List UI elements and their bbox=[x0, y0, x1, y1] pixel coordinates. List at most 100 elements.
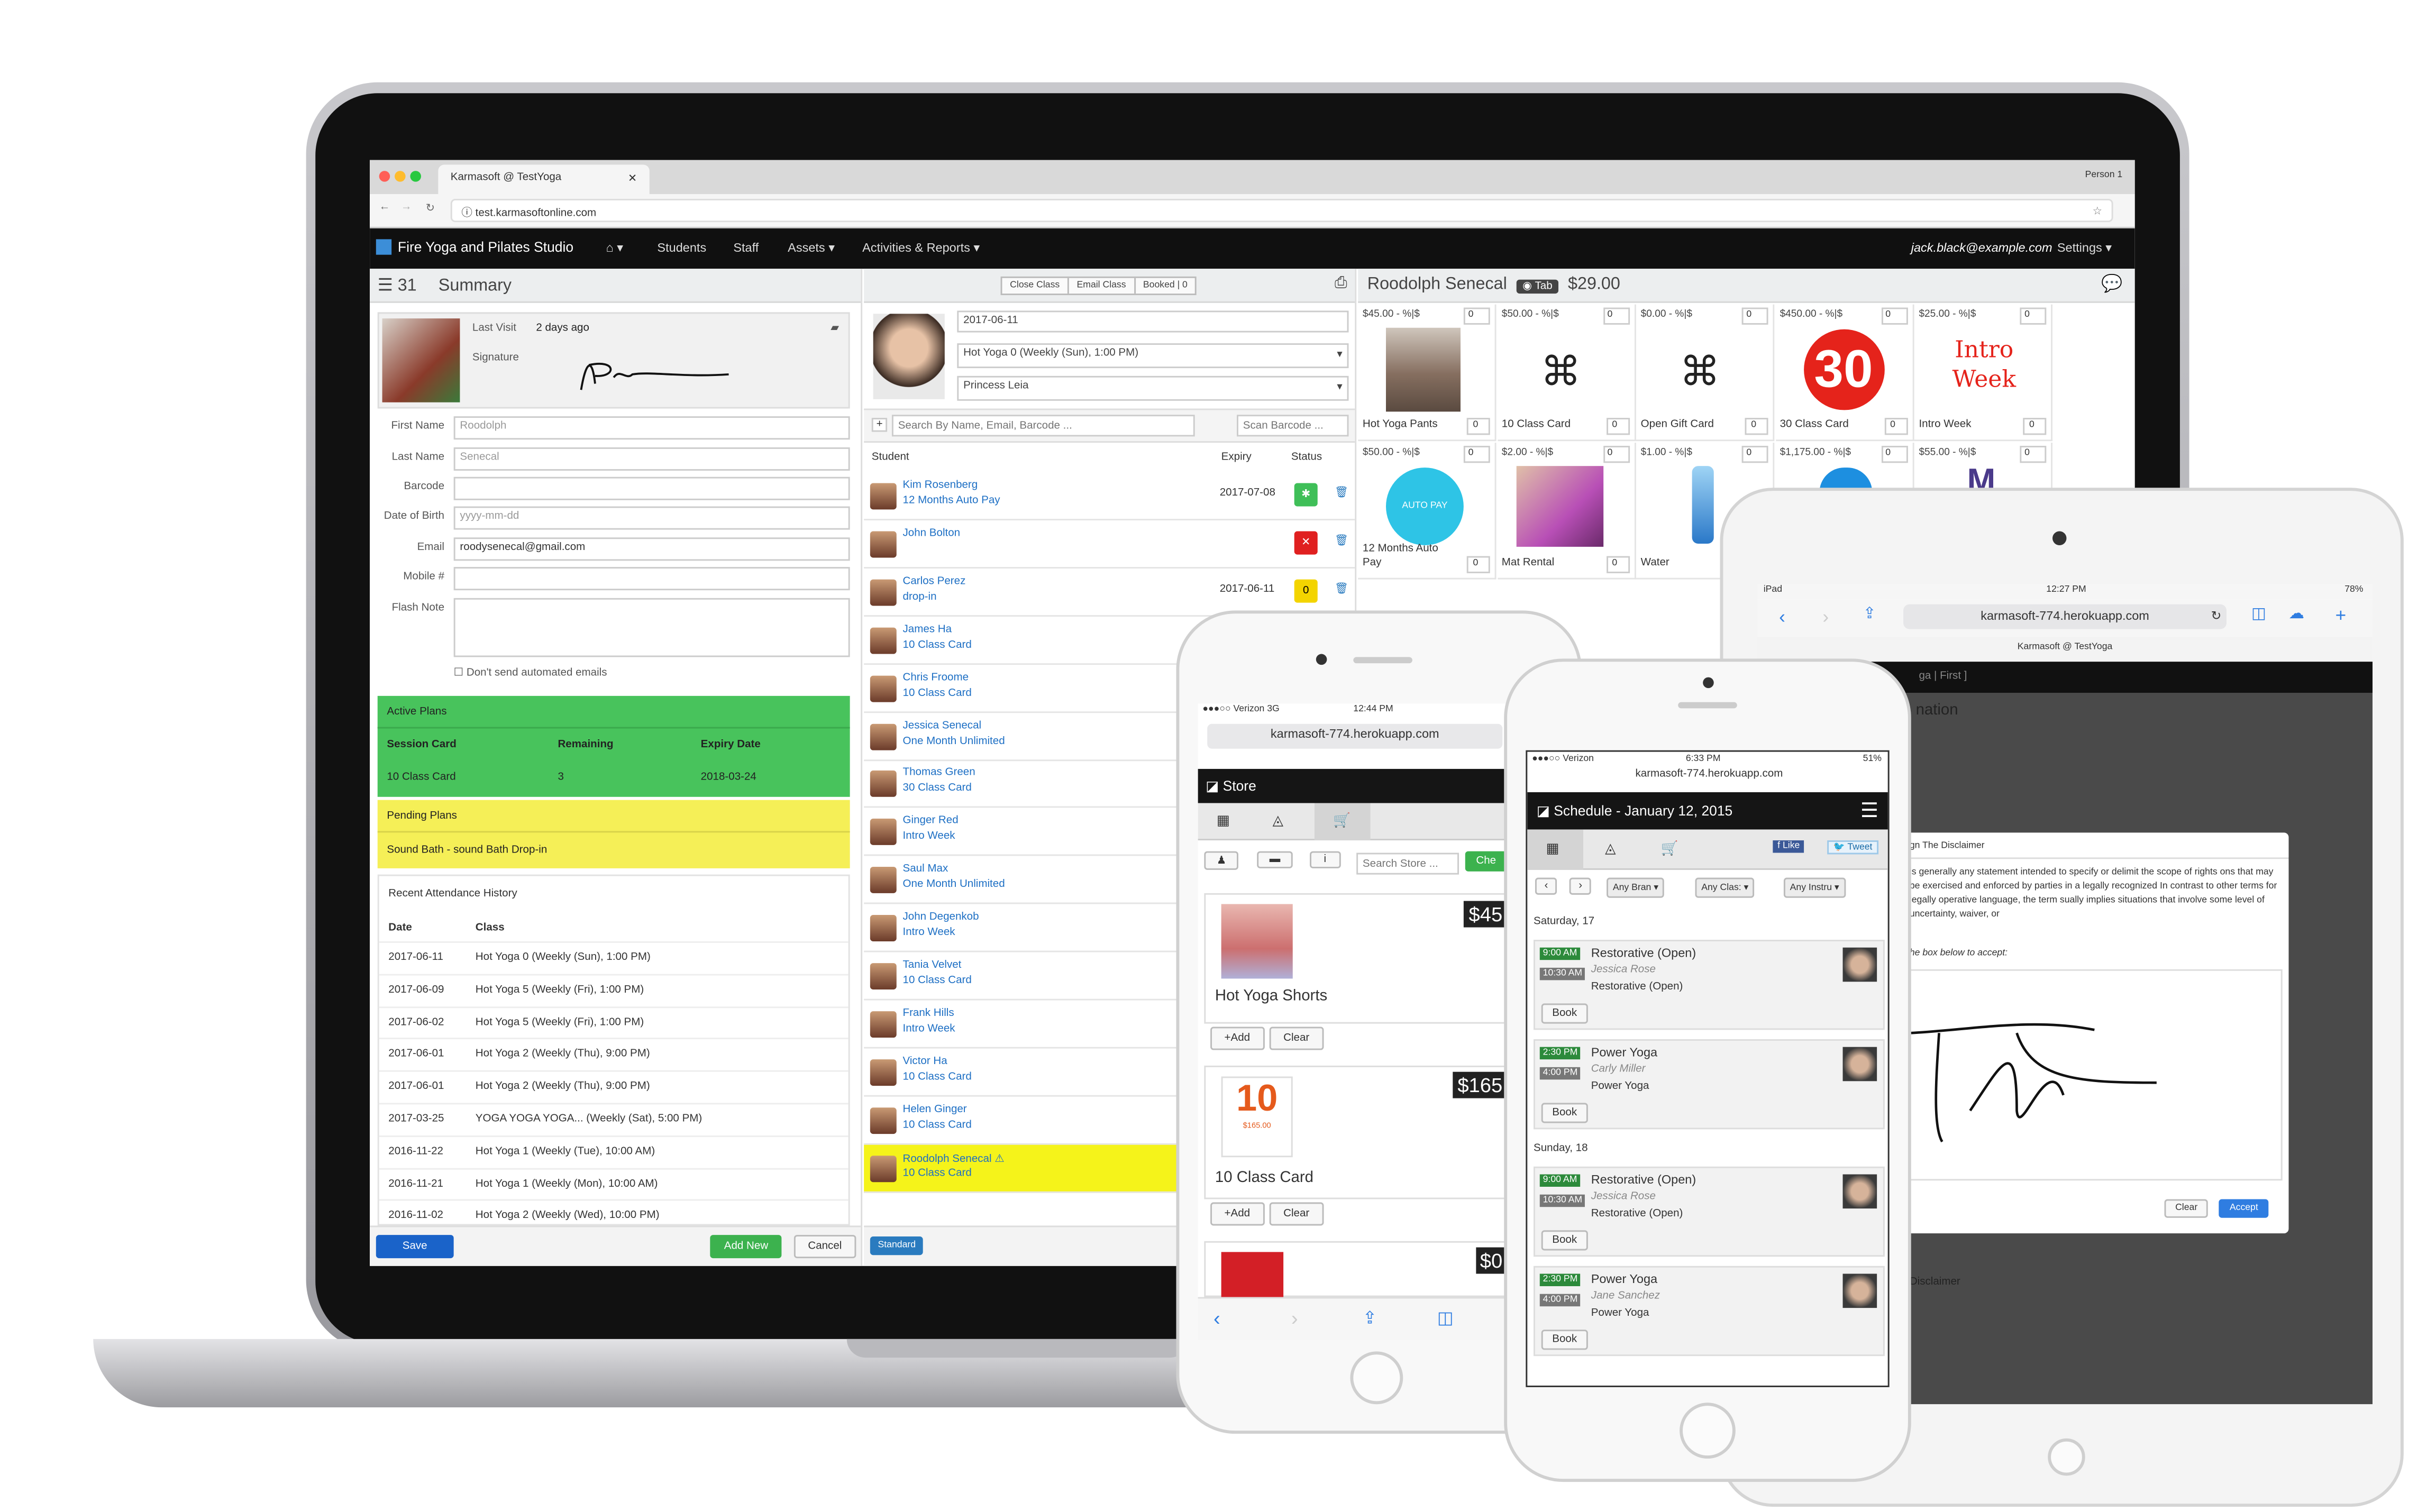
student-name[interactable]: Frank Hills bbox=[903, 1008, 954, 1019]
trash-icon[interactable]: 🗑 bbox=[1335, 486, 1348, 499]
field-input-last-name[interactable]: Senecal bbox=[453, 447, 850, 471]
trash-icon[interactable]: 🗑 bbox=[1335, 582, 1348, 595]
tweet-button[interactable]: 🐦 Tweet bbox=[1827, 840, 1879, 855]
truck-icon[interactable]: ▬ bbox=[1257, 851, 1293, 868]
field-input-barcode[interactable] bbox=[453, 476, 850, 500]
store-item[interactable]: $450.00 - %|$ 0 30 30 Class Card 0 bbox=[1775, 304, 1914, 442]
add-button[interactable]: +Add bbox=[1210, 1027, 1264, 1050]
cloud-icon[interactable]: ☁ bbox=[2288, 606, 2304, 623]
back-icon[interactable]: ← bbox=[379, 202, 390, 213]
add-button[interactable]: +Add bbox=[1210, 1202, 1264, 1226]
student-name[interactable]: Ginger Red bbox=[903, 816, 959, 827]
instructor-filter[interactable]: Any Instru ▾ bbox=[1783, 877, 1846, 898]
no-emails-checkbox[interactable]: ☐ Don't send automated emails bbox=[454, 666, 607, 679]
clear-signature-button[interactable]: Clear bbox=[2164, 1199, 2209, 1218]
item-discount-input[interactable]: 0 bbox=[1881, 445, 1908, 463]
book-button[interactable]: Book bbox=[1541, 1003, 1588, 1024]
item-discount-input[interactable]: 0 bbox=[1463, 307, 1490, 325]
student-search-input[interactable] bbox=[891, 415, 1195, 437]
nav-settings[interactable]: Settings ▾ bbox=[2057, 241, 2112, 254]
folder-icon[interactable]: ▰ bbox=[831, 322, 839, 334]
close-class-button[interactable]: Close Class bbox=[1002, 278, 1069, 294]
forward-icon[interactable]: › bbox=[1291, 1306, 1298, 1330]
student-name[interactable]: Thomas Green bbox=[903, 768, 975, 779]
reload-icon[interactable]: ↻ bbox=[2211, 609, 2222, 622]
print-icon[interactable]: ⎙ bbox=[1335, 275, 1347, 292]
hamburger-menu-icon[interactable]: ☰ bbox=[1860, 799, 1878, 823]
save-button[interactable]: Save bbox=[376, 1235, 454, 1259]
field-input-first-name[interactable]: Roodolph bbox=[453, 416, 850, 440]
booked-count[interactable]: Booked | 0 bbox=[1135, 278, 1195, 294]
student-name[interactable]: Chris Froome bbox=[903, 672, 969, 683]
add-new-button[interactable]: Add New bbox=[710, 1235, 782, 1259]
forward-icon[interactable]: → bbox=[401, 202, 412, 213]
phone1-url-field[interactable]: karmasoft-774.herokuapp.com bbox=[1207, 723, 1503, 749]
facebook-like-button[interactable]: f Like bbox=[1773, 840, 1805, 853]
status-badge[interactable]: ✕ bbox=[1294, 531, 1318, 555]
cancel-button[interactable]: Cancel bbox=[793, 1235, 856, 1259]
item-discount-input[interactable]: 0 bbox=[1881, 307, 1908, 325]
close-tab-icon[interactable]: ✕ bbox=[628, 172, 637, 185]
item-qty[interactable]: 0 bbox=[1605, 418, 1629, 435]
chat-icon[interactable]: 💬 bbox=[2101, 273, 2122, 294]
phone2-home-button[interactable] bbox=[1680, 1403, 1736, 1459]
profile-photo[interactable] bbox=[382, 318, 460, 402]
brand-name[interactable]: Fire Yoga and Pilates Studio bbox=[398, 239, 573, 254]
forward-icon[interactable]: › bbox=[1822, 606, 1829, 628]
store-item[interactable]: $2.00 - %|$ 0 Mat Rental 0 bbox=[1497, 443, 1636, 580]
nav-students[interactable]: Students bbox=[657, 241, 706, 254]
nav-activities[interactable]: Activities & Reports ▾ bbox=[862, 241, 980, 254]
star-icon[interactable]: ☆ bbox=[2093, 205, 2102, 218]
item-discount-input[interactable]: 0 bbox=[1602, 307, 1629, 325]
user-icon[interactable]: ♟ bbox=[1204, 851, 1239, 870]
student-name[interactable]: Victor Ha bbox=[903, 1056, 947, 1067]
tablet-url-field[interactable]: karmasoft-774.herokuapp.com bbox=[1903, 604, 2227, 629]
teacher-select[interactable]: Princess Leia ▾ bbox=[957, 375, 1349, 401]
student-name[interactable]: Helen Ginger bbox=[903, 1104, 967, 1115]
tab-store-active[interactable]: 🛒 bbox=[1314, 803, 1371, 841]
student-name[interactable]: Carlos Perez bbox=[903, 576, 966, 587]
graduation-cap-icon[interactable]: ◬ bbox=[1605, 840, 1616, 857]
student-row[interactable]: Carlos Perez drop-in 2017-06-11 0 🗑 bbox=[864, 568, 1355, 617]
store-search-input[interactable] bbox=[1356, 853, 1459, 875]
back-icon[interactable]: ‹ bbox=[1779, 606, 1785, 628]
nav-staff[interactable]: Staff bbox=[733, 241, 759, 254]
status-badge[interactable]: ✱ bbox=[1294, 483, 1318, 507]
item-qty[interactable]: 0 bbox=[1884, 418, 1908, 435]
student-row[interactable]: John Bolton ✕ 🗑 bbox=[864, 520, 1355, 569]
tab-button[interactable]: ◉ Tab bbox=[1516, 279, 1559, 294]
class-select[interactable]: Hot Yoga 0 (Weekly (Sun), 1:00 PM) ▾ bbox=[957, 343, 1349, 369]
add-student-icon[interactable]: + bbox=[871, 418, 888, 432]
student-name[interactable]: John Degenkob bbox=[903, 912, 979, 923]
zoom-dot-icon[interactable] bbox=[410, 171, 421, 182]
accept-button[interactable]: Accept bbox=[2219, 1199, 2269, 1218]
phone2-url-field[interactable]: karmasoft-774.herokuapp.com bbox=[1527, 769, 1887, 787]
phone1-home-button[interactable] bbox=[1350, 1351, 1403, 1405]
item-discount-input[interactable]: 0 bbox=[1463, 445, 1490, 463]
store-item[interactable]: $45.00 - %|$ 0 Hot Yoga Pants 0 bbox=[1358, 304, 1497, 442]
list-icon[interactable]: ☰ bbox=[378, 277, 398, 295]
class-filter[interactable]: Any Clas: ▾ bbox=[1695, 877, 1755, 898]
nav-assets[interactable]: Assets ▾ bbox=[788, 241, 835, 254]
student-name[interactable]: James Ha bbox=[903, 624, 952, 635]
clear-button[interactable]: Clear bbox=[1269, 1027, 1324, 1050]
back-icon[interactable]: ‹ bbox=[1214, 1306, 1220, 1330]
item-qty[interactable]: 0 bbox=[1466, 418, 1490, 435]
field-input-email[interactable]: roodysenecal@gmail.com bbox=[453, 537, 850, 561]
branch-filter[interactable]: Any Bran ▾ bbox=[1607, 877, 1665, 898]
new-tab-icon[interactable]: + bbox=[2335, 604, 2347, 626]
url-field[interactable]: ⓘ test.karmasoftonline.com ☆ bbox=[450, 198, 2113, 223]
minimize-dot-icon[interactable] bbox=[395, 171, 406, 182]
user-email[interactable]: jack.black@example.com bbox=[1911, 241, 2052, 254]
graduation-cap-icon[interactable]: ◬ bbox=[1273, 812, 1283, 829]
checkout-button[interactable]: Che bbox=[1465, 851, 1507, 872]
calendar-icon[interactable]: ▦ bbox=[1217, 812, 1230, 829]
standard-button[interactable]: Standard bbox=[870, 1236, 924, 1256]
info-icon[interactable]: i bbox=[1310, 851, 1340, 868]
store-item[interactable]: $25.00 - %|$ 0 Intro Week Intro Week 0 bbox=[1914, 304, 2053, 442]
trash-icon[interactable]: 🗑 bbox=[1335, 534, 1348, 547]
tab-schedule-active[interactable]: ▦ bbox=[1527, 829, 1584, 870]
status-badge[interactable]: 0 bbox=[1294, 579, 1318, 603]
student-name[interactable]: Saul Max bbox=[903, 864, 948, 875]
item-discount-input[interactable]: 0 bbox=[1741, 307, 1768, 325]
